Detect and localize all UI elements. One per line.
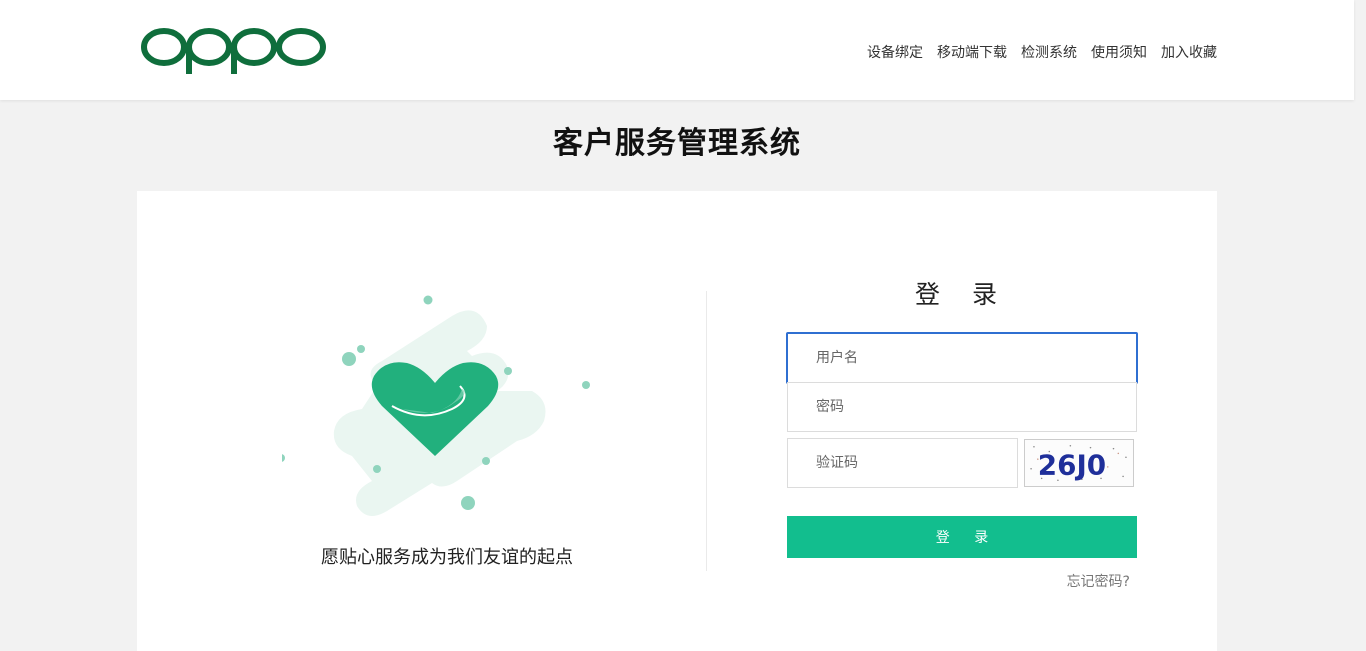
password-input[interactable] <box>787 382 1137 432</box>
nav-item-mobile-download[interactable]: 移动端下载 <box>937 42 1007 62</box>
nav-item-usage-notice[interactable]: 使用须知 <box>1091 42 1147 62</box>
nav-item-detection-system[interactable]: 检测系统 <box>1021 42 1077 62</box>
login-button[interactable]: 登 录 <box>787 516 1137 558</box>
oppo-logo[interactable] <box>141 22 327 74</box>
captcha-text: 26J0 <box>1038 449 1106 482</box>
heart-illustration <box>282 295 590 516</box>
top-header: oppo 设备绑定 移动端下载 检测系统 使用须知 加入收藏 <box>0 0 1354 100</box>
top-nav: 设备绑定 移动端下载 检测系统 使用须知 加入收藏 <box>867 42 1217 62</box>
login-title: 登 录 <box>915 280 1009 309</box>
login-card: 愿贴心服务成为我们友谊的起点 登 录 26J0 登 录 忘记密码? <box>137 191 1217 651</box>
forgot-password-link[interactable]: 忘记密码? <box>1037 571 1130 591</box>
nav-item-device-binding[interactable]: 设备绑定 <box>867 42 923 62</box>
captcha-input[interactable] <box>787 438 1018 488</box>
page-title: 客户服务管理系统 <box>553 126 801 161</box>
username-input[interactable] <box>786 332 1138 384</box>
divider <box>706 291 707 571</box>
nav-item-add-favorite[interactable]: 加入收藏 <box>1161 42 1217 62</box>
slogan: 愿贴心服务成为我们友谊的起点 <box>321 547 573 568</box>
captcha-image[interactable]: 26J0 <box>1024 439 1134 487</box>
